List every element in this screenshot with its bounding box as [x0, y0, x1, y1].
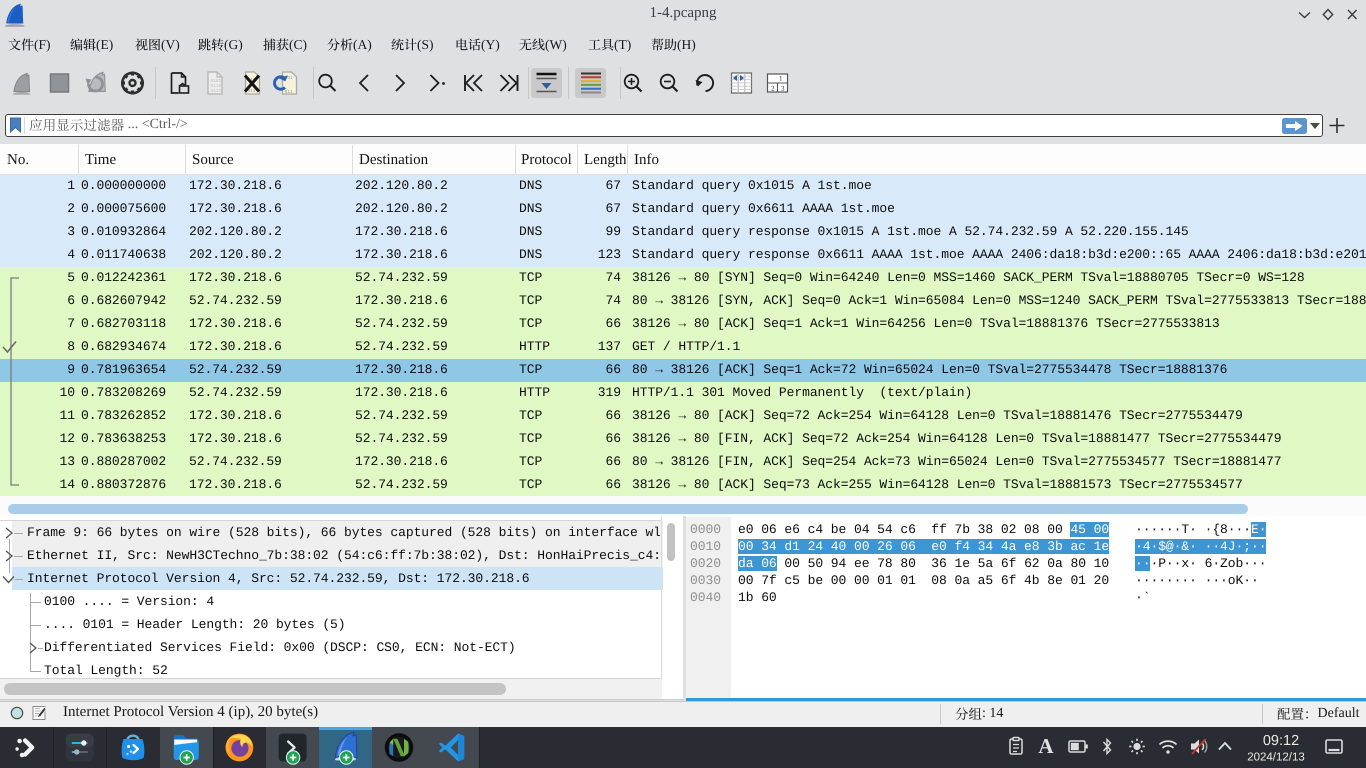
- svg-text:011: 011: [285, 89, 293, 95]
- svg-text:09:12: 09:12: [1263, 733, 1299, 749]
- svg-text:A: A: [1038, 734, 1054, 758]
- svg-text:2: 2: [771, 85, 775, 93]
- svg-text:2024/12/13: 2024/12/13: [1247, 752, 1305, 764]
- svg-text:3: 3: [781, 85, 785, 93]
- svg-text:1: 1: [779, 75, 783, 83]
- svg-text:0111: 0111: [211, 88, 222, 94]
